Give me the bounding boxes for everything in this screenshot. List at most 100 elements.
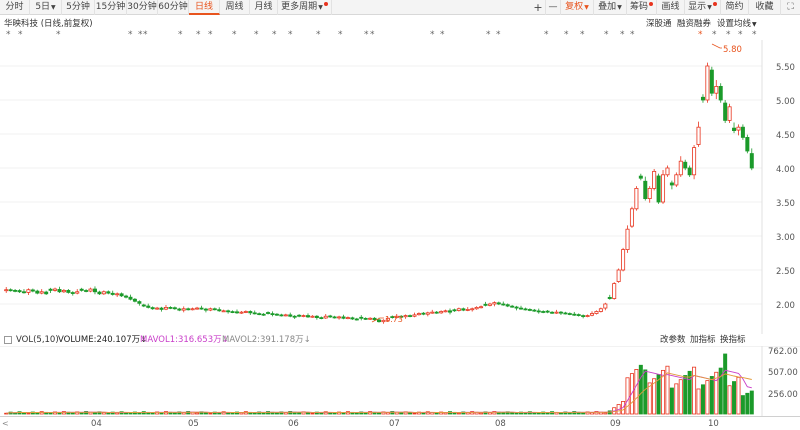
candle-down bbox=[643, 180, 648, 199]
tab-intraday[interactable]: 分时 bbox=[0, 0, 30, 15]
event-marker[interactable]: * bbox=[620, 30, 625, 40]
candle-down bbox=[119, 293, 124, 297]
margin-button[interactable]: 融资融券 bbox=[677, 17, 711, 29]
connect-button[interactable]: 深股通 bbox=[646, 17, 672, 29]
event-marker[interactable]: * bbox=[370, 30, 375, 40]
candle-down bbox=[305, 315, 310, 318]
candle-up bbox=[155, 307, 160, 310]
event-marker[interactable]: * bbox=[128, 30, 133, 40]
candle-down bbox=[92, 288, 97, 293]
event-marker[interactable]: * bbox=[18, 30, 23, 40]
chips-button[interactable]: 筹码 bbox=[627, 0, 657, 15]
switch-indicator-button[interactable]: 换指标 bbox=[720, 334, 746, 346]
tab-60min[interactable]: 60分钟 bbox=[158, 0, 189, 15]
event-marker[interactable]: * bbox=[138, 30, 143, 40]
event-marker[interactable]: * bbox=[232, 30, 237, 40]
volume-bar bbox=[558, 412, 563, 415]
event-marker[interactable]: * bbox=[726, 30, 731, 40]
candle-up bbox=[101, 291, 106, 295]
volume-bar bbox=[487, 412, 492, 415]
event-marker[interactable]: * bbox=[496, 30, 501, 40]
tab-30min[interactable]: 30分钟 bbox=[127, 0, 158, 15]
add-indicator-button[interactable]: 加指标 bbox=[690, 334, 716, 346]
event-marker[interactable]: * bbox=[364, 30, 369, 40]
tab-5day[interactable]: 5日▼ bbox=[30, 0, 62, 15]
event-marker[interactable]: * bbox=[56, 30, 61, 40]
tab-15min[interactable]: 15分钟 bbox=[95, 0, 127, 15]
candle-up bbox=[652, 170, 657, 189]
candle-up bbox=[163, 306, 168, 310]
volume-bar bbox=[732, 381, 737, 415]
event-marker[interactable]: * bbox=[272, 30, 277, 40]
volume-bar bbox=[536, 412, 541, 415]
scroll-left-icon[interactable]: < bbox=[2, 419, 9, 428]
event-marker[interactable]: * bbox=[178, 30, 183, 40]
candle-up bbox=[195, 307, 200, 310]
candle-down bbox=[572, 313, 577, 316]
chevron-down-icon: ▼ bbox=[51, 4, 56, 11]
brief-button[interactable]: 简约 bbox=[721, 0, 749, 15]
change-params-button[interactable]: 改参数 bbox=[660, 334, 686, 346]
fullscreen-icon[interactable]: ⛶ bbox=[781, 0, 800, 15]
tab-monthly[interactable]: 月线 bbox=[250, 0, 278, 15]
event-marker[interactable]: * bbox=[712, 30, 717, 40]
event-marker[interactable]: * bbox=[564, 30, 569, 40]
chips-label: 筹码 bbox=[629, 2, 648, 12]
tab-weekly[interactable]: 周线 bbox=[220, 0, 250, 15]
candle-up bbox=[323, 315, 328, 319]
chart-header: 华映科技 (日线,前复权) 深股通 融资融券 设置均线▼ bbox=[0, 15, 800, 29]
event-marker[interactable]: * bbox=[143, 30, 148, 40]
candle-down bbox=[501, 303, 506, 306]
volume-bar bbox=[150, 412, 155, 415]
candlestick-chart[interactable]: 5.50 5.00 4.50 4.00 3.50 3.00 2.50 2.00 … bbox=[0, 40, 800, 334]
volume-bar bbox=[26, 412, 31, 415]
candle-up bbox=[239, 311, 244, 314]
candle-down bbox=[35, 290, 40, 294]
event-marker[interactable]: * bbox=[544, 30, 549, 40]
event-marker[interactable]: * bbox=[630, 30, 635, 40]
favorite-button[interactable]: 收藏 bbox=[749, 0, 781, 15]
volume-bar bbox=[261, 412, 266, 415]
draw-line-button[interactable]: 画线 bbox=[657, 0, 685, 15]
volume-bar bbox=[181, 412, 186, 415]
event-marker[interactable]: * bbox=[752, 30, 757, 40]
candle-up bbox=[301, 315, 306, 317]
volume-bar bbox=[590, 412, 595, 415]
restore-rights-dropdown[interactable]: 复权▼ bbox=[561, 0, 594, 15]
candle-down bbox=[124, 295, 129, 298]
zoom-in-button[interactable]: + bbox=[531, 0, 546, 15]
event-marker[interactable]: * bbox=[580, 30, 585, 40]
event-marker[interactable]: * bbox=[338, 30, 343, 40]
event-marker[interactable]: * bbox=[440, 30, 445, 40]
volume-checkbox[interactable] bbox=[4, 336, 12, 344]
event-marker[interactable]: * bbox=[430, 30, 435, 40]
volume-bar bbox=[310, 412, 315, 415]
event-marker[interactable]: * bbox=[698, 30, 703, 40]
event-marker[interactable]: * bbox=[196, 30, 201, 40]
volume-bar bbox=[727, 385, 732, 415]
event-marker[interactable]: * bbox=[316, 30, 321, 40]
event-marker[interactable]: * bbox=[738, 30, 743, 40]
event-marker[interactable]: * bbox=[254, 30, 259, 40]
candle-up bbox=[310, 315, 315, 318]
volume-bar bbox=[745, 392, 750, 415]
set-ma-dropdown[interactable]: 设置均线▼ bbox=[717, 17, 757, 29]
tab-daily[interactable]: 日线 bbox=[189, 0, 220, 15]
event-marker[interactable]: * bbox=[288, 30, 293, 40]
event-marker[interactable]: * bbox=[604, 30, 609, 40]
display-dropdown[interactable]: 显示▼ bbox=[685, 0, 721, 15]
event-marker[interactable]: * bbox=[6, 30, 11, 40]
volume-chart[interactable]: 762.00 507.00 256.00 bbox=[0, 346, 800, 416]
zoom-out-button[interactable]: — bbox=[546, 0, 561, 15]
overlay-dropdown[interactable]: 叠加▼ bbox=[594, 0, 627, 15]
volume-bar bbox=[399, 412, 404, 415]
event-marker[interactable]: * bbox=[486, 30, 491, 40]
more-periods-dropdown[interactable]: 更多周期▼ bbox=[278, 0, 332, 15]
event-markers-row: * * * * * * * * * * * * * * * * * * * * … bbox=[0, 30, 800, 40]
volume-bar bbox=[692, 366, 697, 415]
volume-axis-label: 256.00 bbox=[768, 390, 798, 400]
tab-5min[interactable]: 5分钟 bbox=[62, 0, 95, 15]
event-marker[interactable]: * bbox=[208, 30, 213, 40]
candle-down bbox=[514, 306, 519, 309]
chevron-down-icon: ▼ bbox=[584, 4, 589, 11]
